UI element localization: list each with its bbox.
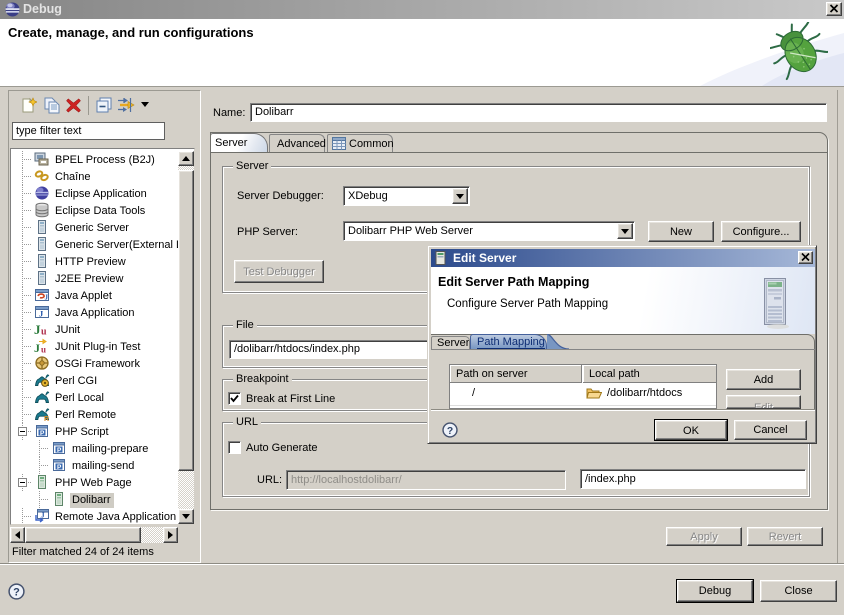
svg-text:J: J (34, 322, 41, 337)
svg-text:R: R (44, 416, 49, 422)
svg-text:P: P (57, 447, 62, 454)
svg-text:P: P (40, 430, 45, 437)
svg-text:J: J (34, 341, 40, 354)
svg-text:?: ? (13, 587, 20, 599)
svg-text:J: J (41, 512, 45, 520)
svg-text:J: J (45, 294, 49, 302)
svg-text:?: ? (447, 426, 453, 437)
svg-text:P: P (57, 464, 62, 471)
svg-text:u: u (41, 345, 46, 355)
svg-text:u: u (41, 327, 47, 338)
